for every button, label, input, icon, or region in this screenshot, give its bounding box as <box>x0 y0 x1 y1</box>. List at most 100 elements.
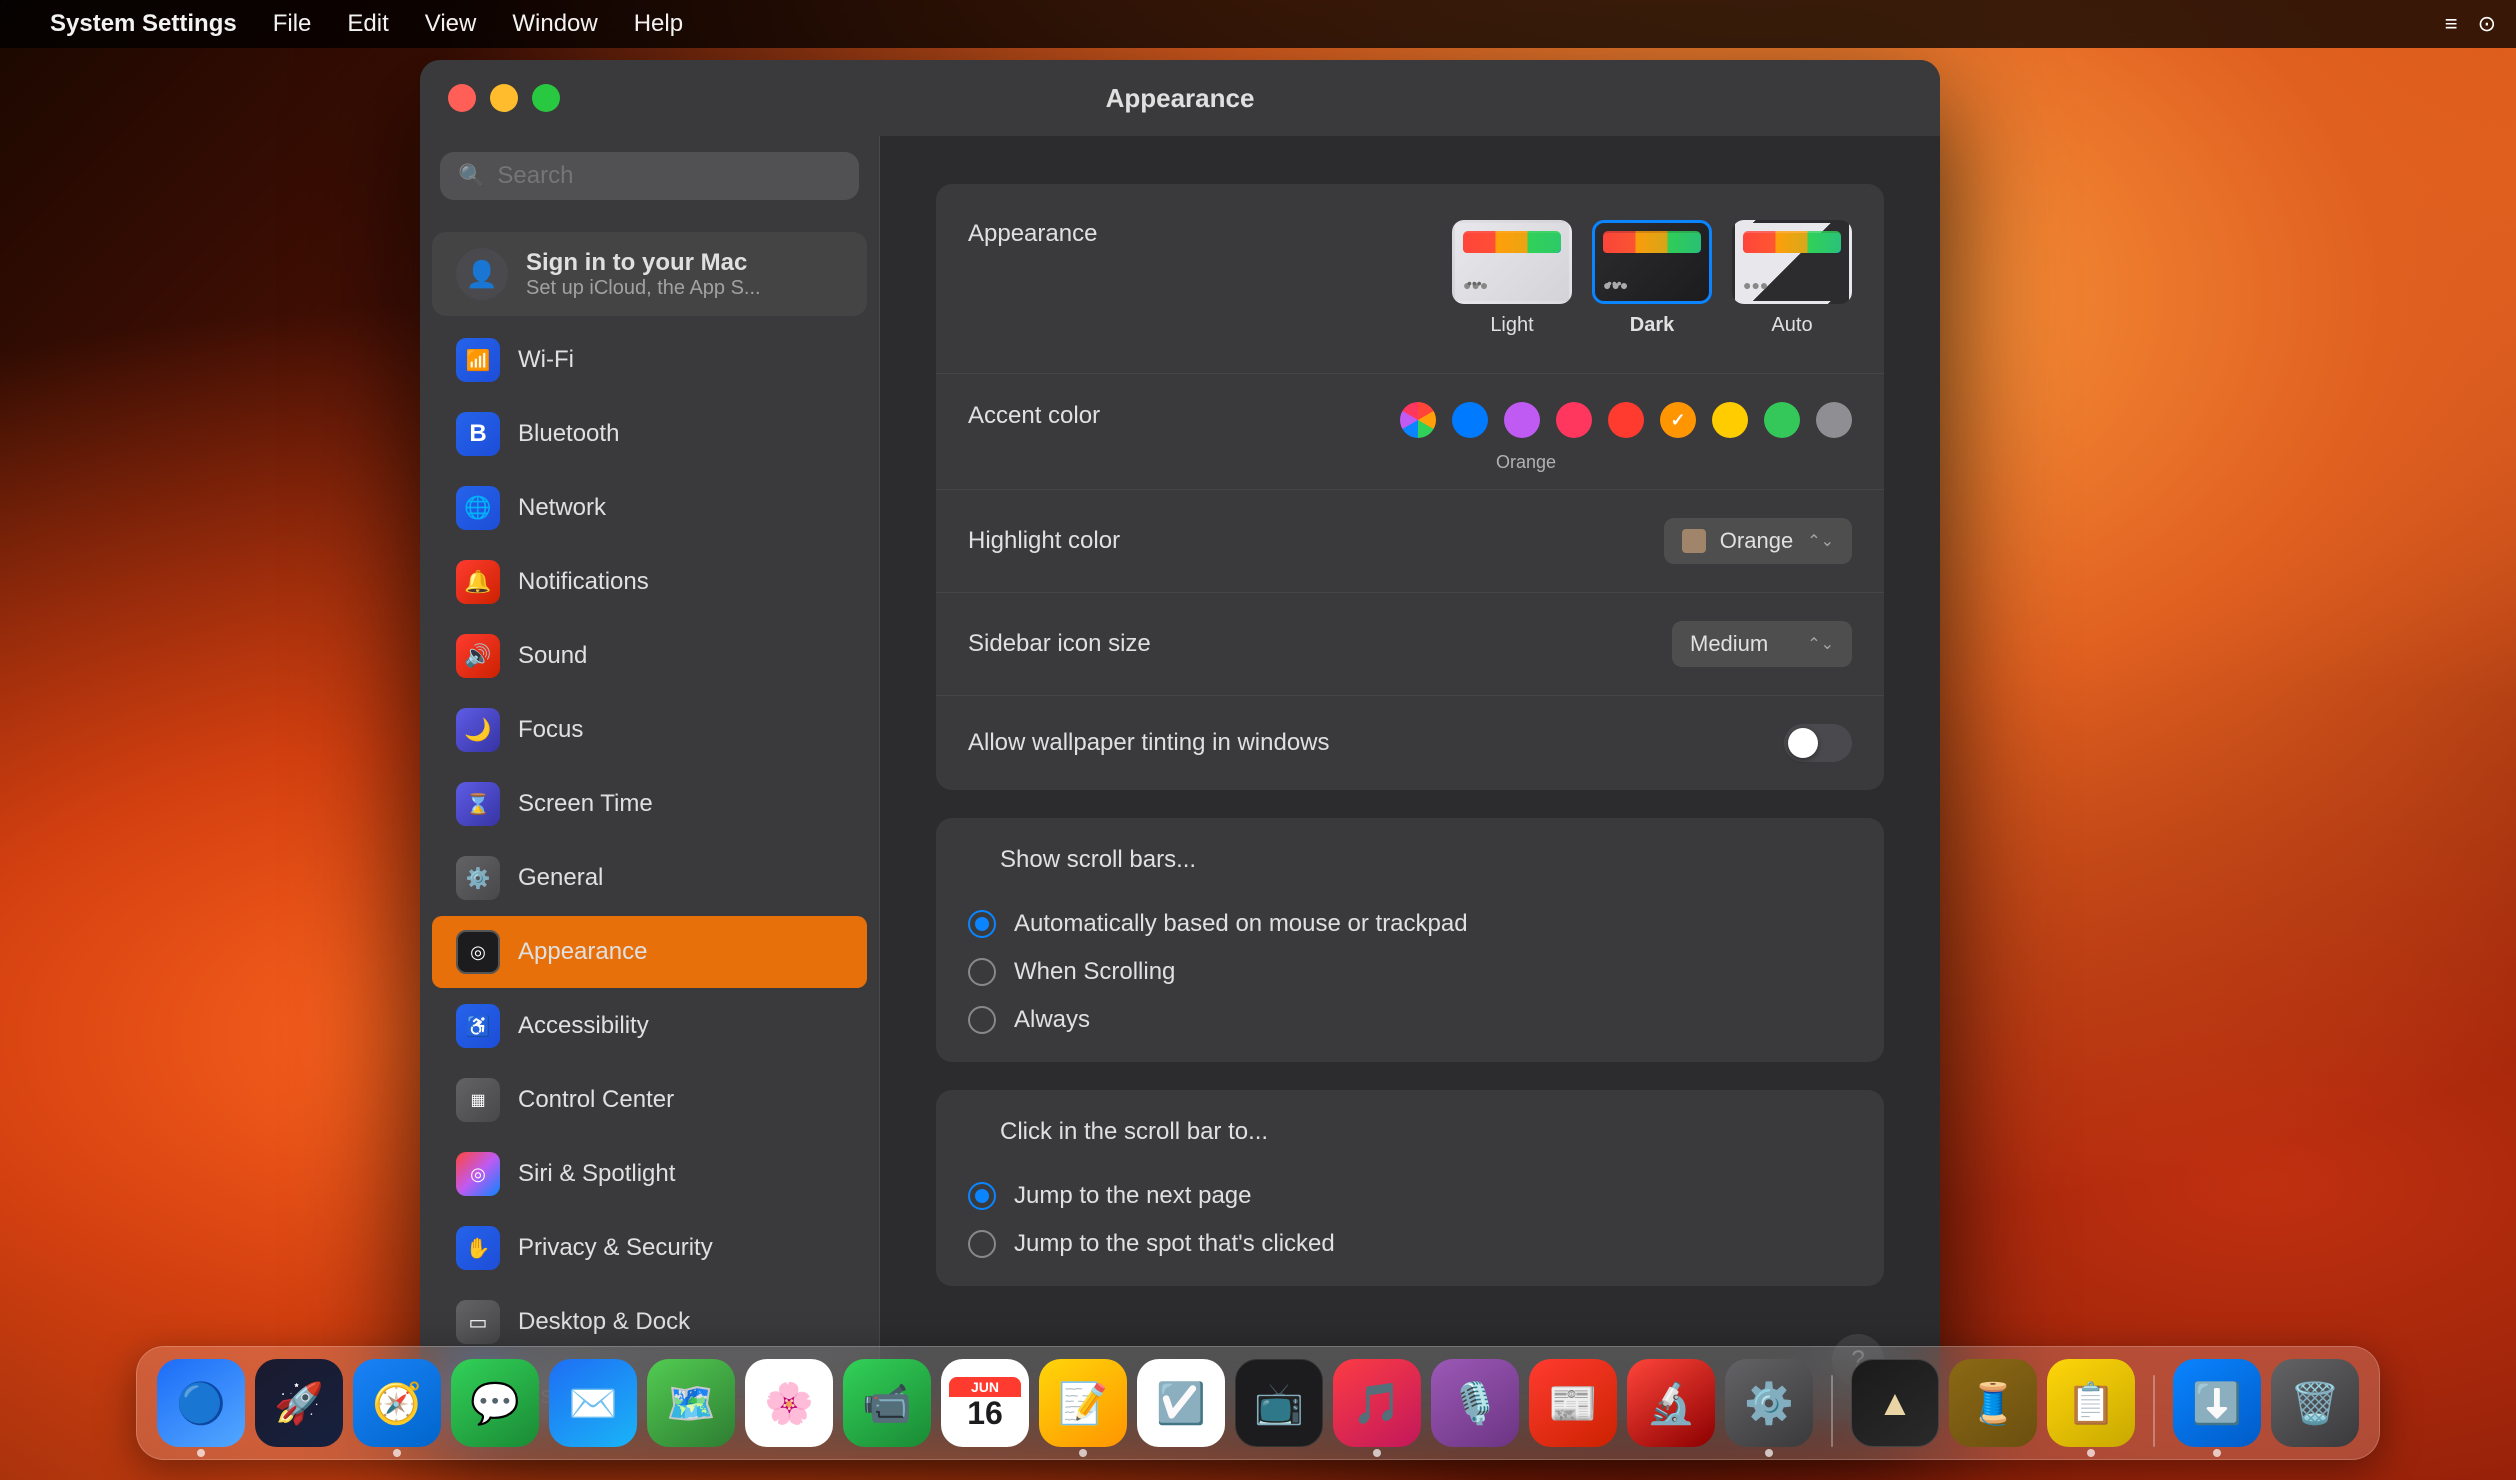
accent-yellow[interactable] <box>1712 402 1748 438</box>
sidebar-item-siri[interactable]: ◎ Siri & Spotlight <box>432 1138 867 1210</box>
appearance-option-auto[interactable]: ●●● Auto <box>1732 220 1852 337</box>
accent-orange[interactable] <box>1660 402 1696 438</box>
maximize-button[interactable] <box>532 84 560 112</box>
dock-item-safari[interactable]: 🧭 <box>353 1359 441 1447</box>
dock-item-messages[interactable]: 💬 <box>451 1359 539 1447</box>
sidebar-label-accessibility: Accessibility <box>518 1012 649 1040</box>
accent-blue[interactable] <box>1452 402 1488 438</box>
close-button[interactable] <box>448 84 476 112</box>
sidebar-item-network[interactable]: 🌐 Network <box>432 472 867 544</box>
sidebar-item-wifi[interactable]: 📶 Wi-Fi <box>432 324 867 396</box>
dock-item-reminders2[interactable]: 📋 <box>2047 1359 2135 1447</box>
accent-graphite[interactable] <box>1816 402 1852 438</box>
sidebar-item-controlcenter[interactable]: ▦ Control Center <box>432 1064 867 1136</box>
scroll-bars-section: Show scroll bars... Automatically based … <box>936 818 1884 1062</box>
search-input[interactable] <box>497 162 841 190</box>
scroll-always-option[interactable]: Always <box>968 1006 1852 1034</box>
dock-item-music[interactable]: 🎵 <box>1333 1359 1421 1447</box>
sidebar-label-notifications: Notifications <box>518 568 649 596</box>
scroll-when-scrolling-option[interactable]: When Scrolling <box>968 958 1852 986</box>
scroll-scrolling-radio[interactable] <box>968 958 996 986</box>
dock-item-altool[interactable]: ▲ <box>1851 1359 1939 1447</box>
appearance-option-dark[interactable]: ●●● Dark <box>1592 220 1712 337</box>
dock-item-launchpad[interactable]: 🚀 <box>255 1359 343 1447</box>
sidebar-item-sound[interactable]: 🔊 Sound <box>432 620 867 692</box>
click-next-page-radio[interactable] <box>968 1182 996 1210</box>
sidebar-label-screentime: Screen Time <box>518 790 653 818</box>
dock-item-maps[interactable]: 🗺️ <box>647 1359 735 1447</box>
sidebar-item-general[interactable]: ⚙️ General <box>432 842 867 914</box>
dock-item-tapestry[interactable]: 🧵 <box>1949 1359 2037 1447</box>
click-next-page-option[interactable]: Jump to the next page <box>968 1182 1852 1210</box>
siri-icon: ◎ <box>456 1152 500 1196</box>
dock: 🔵 🚀 🧭 💬 ✉️ 🗺️ 🌸 📹 JUN 16 📝 ☑️ 📺 🎵 <box>136 1346 2380 1460</box>
sidebar-item-focus[interactable]: 🌙 Focus <box>432 694 867 766</box>
dock-dot-notes <box>1079 1449 1087 1457</box>
sidebar: 🔍 👤 Sign in to your Mac Set up iCloud, t… <box>420 136 880 1420</box>
sidebar-icon-size-control[interactable]: Medium ⌃⌄ <box>1672 621 1852 667</box>
sidebar-icon-size-row: Sidebar icon size Medium ⌃⌄ <box>936 593 1884 696</box>
accent-purple[interactable] <box>1504 402 1540 438</box>
dock-item-finder[interactable]: 🔵 <box>157 1359 245 1447</box>
minimize-button[interactable] <box>490 84 518 112</box>
appearance-label: Appearance <box>968 220 1452 248</box>
accent-pink[interactable] <box>1556 402 1592 438</box>
dock-item-podcasts[interactable]: 🎙️ <box>1431 1359 1519 1447</box>
dock-item-mail[interactable]: ✉️ <box>549 1359 637 1447</box>
menubar-edit[interactable]: Edit <box>347 10 388 38</box>
dock-item-calendar[interactable]: JUN 16 <box>941 1359 1029 1447</box>
search-box[interactable]: 🔍 <box>440 152 859 200</box>
desktop-icon: ▭ <box>456 1300 500 1344</box>
appearance-thumb-dark: ●●● <box>1592 220 1712 304</box>
sidebar-icon-size-dropdown[interactable]: Medium ⌃⌄ <box>1672 621 1852 667</box>
accent-multicolor[interactable] <box>1400 402 1436 438</box>
dock-dot-finder <box>197 1449 205 1457</box>
dock-item-systemsettings[interactable]: ⚙️ <box>1725 1359 1813 1447</box>
dock-item-photos[interactable]: 🌸 <box>745 1359 833 1447</box>
sidebar-item-profile[interactable]: 👤 Sign in to your Mac Set up iCloud, the… <box>432 232 867 316</box>
sidebar-item-notifications[interactable]: 🔔 Notifications <box>432 546 867 618</box>
scroll-auto-option[interactable]: Automatically based on mouse or trackpad <box>968 910 1852 938</box>
menubar-file[interactable]: File <box>273 10 312 38</box>
search-icon: 🔍 <box>458 163 485 189</box>
sidebar-size-arrow: ⌃⌄ <box>1807 634 1834 654</box>
dock-item-downloads[interactable]: ⬇️ <box>2173 1359 2261 1447</box>
menubar-window[interactable]: Window <box>512 10 597 38</box>
spotlight-icon[interactable]: ⊙ <box>2478 11 2496 37</box>
dock-item-facetime[interactable]: 📹 <box>843 1359 931 1447</box>
sidebar-item-privacy[interactable]: ✋ Privacy & Security <box>432 1212 867 1284</box>
control-strip-icon[interactable]: ≡ <box>2445 11 2458 37</box>
sidebar-item-appearance[interactable]: ◎ Appearance <box>432 916 867 988</box>
dock-item-news[interactable]: 📰 <box>1529 1359 1617 1447</box>
click-spot-label: Jump to the spot that's clicked <box>1014 1230 1335 1258</box>
menubar-view[interactable]: View <box>425 10 477 38</box>
dock-item-notes[interactable]: 📝 <box>1039 1359 1127 1447</box>
highlight-color-row: Highlight color Orange ⌃⌄ <box>936 490 1884 593</box>
highlight-color-dropdown[interactable]: Orange ⌃⌄ <box>1664 518 1852 564</box>
scroll-bars-label-container: Show scroll bars... <box>936 818 1884 882</box>
menubar-help[interactable]: Help <box>634 10 683 38</box>
dock-item-reminders[interactable]: ☑️ <box>1137 1359 1225 1447</box>
scroll-auto-radio[interactable] <box>968 910 996 938</box>
highlight-color-control[interactable]: Orange ⌃⌄ <box>1664 518 1852 564</box>
appearance-icon: ◎ <box>456 930 500 974</box>
accent-green[interactable] <box>1764 402 1800 438</box>
appearance-option-light[interactable]: ●●● Light <box>1452 220 1572 337</box>
scroll-bars-radio-group: Automatically based on mouse or trackpad… <box>936 882 1884 1062</box>
dock-item-appletv[interactable]: 📺 <box>1235 1359 1323 1447</box>
click-spot-radio[interactable] <box>968 1230 996 1258</box>
wifi-icon: 📶 <box>456 338 500 382</box>
sidebar-item-accessibility[interactable]: ♿ Accessibility <box>432 990 867 1062</box>
accent-red[interactable] <box>1608 402 1644 438</box>
accent-color-row: Accent color <box>936 374 1884 490</box>
sidebar-item-screentime[interactable]: ⌛ Screen Time <box>432 768 867 840</box>
wallpaper-tinting-toggle[interactable] <box>1784 724 1852 762</box>
dock-item-trash[interactable]: 🗑️ <box>2271 1359 2359 1447</box>
privacy-icon: ✋ <box>456 1226 500 1270</box>
scroll-always-radio[interactable] <box>968 1006 996 1034</box>
menubar-app-name[interactable]: System Settings <box>50 10 237 38</box>
click-spot-option[interactable]: Jump to the spot that's clicked <box>968 1230 1852 1258</box>
sidebar-list: 👤 Sign in to your Mac Set up iCloud, the… <box>420 216 879 1420</box>
dock-item-instruments[interactable]: 🔬 <box>1627 1359 1715 1447</box>
sidebar-item-bluetooth[interactable]: B Bluetooth <box>432 398 867 470</box>
